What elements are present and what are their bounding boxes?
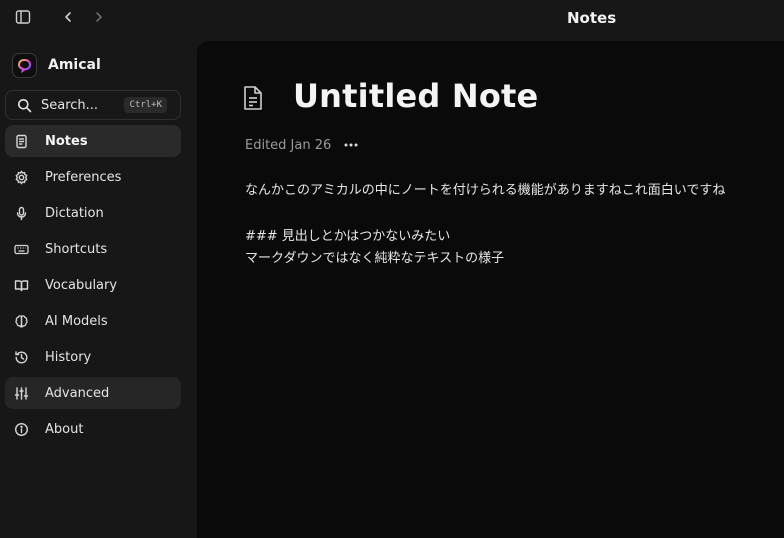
document-icon [13, 133, 29, 149]
sidebar-item-label: Shortcuts [45, 241, 108, 257]
app-title: Notes [567, 9, 617, 27]
info-icon [13, 421, 29, 437]
note-line: なんかこのアミカルの中にノートを付けられる機能がありますねこれ面白いですね [245, 183, 726, 198]
sidebar-panel-icon [15, 10, 31, 24]
search-icon [18, 98, 32, 112]
sidebar-item-dictation[interactable]: Dictation [5, 197, 181, 229]
note-meta: Edited Jan 26 [245, 137, 361, 153]
document-icon [244, 86, 262, 110]
brain-icon [13, 313, 29, 329]
book-icon [13, 277, 29, 293]
chevron-left-icon [65, 12, 71, 22]
search-label: Search... [41, 97, 99, 113]
sidebar: Amical Search... Ctrl+K Notes Preference… [0, 34, 197, 538]
gear-icon [13, 169, 29, 185]
amical-logo-icon [12, 52, 37, 78]
sidebar-item-about[interactable]: About [5, 413, 181, 445]
sidebar-item-label: Vocabulary [45, 277, 118, 293]
more-horizontal-icon [344, 143, 358, 147]
sidebar-item-label: Preferences [45, 169, 122, 185]
sidebar-item-shortcuts[interactable]: Shortcuts [5, 233, 181, 265]
sliders-icon [13, 385, 29, 401]
sidebar-item-label: AI Models [45, 313, 108, 329]
note-title[interactable]: Untitled Note [293, 77, 538, 115]
keyboard-icon [13, 241, 29, 257]
sidebar-item-notes[interactable]: Notes [5, 125, 181, 157]
note-body[interactable]: なんかこのアミカルの中にノートを付けられる機能がありますねこれ面白いですね ##… [245, 180, 765, 270]
sidebar-item-history[interactable]: History [5, 341, 181, 373]
chevron-right-icon [96, 12, 102, 22]
edited-date: Edited Jan 26 [245, 137, 332, 153]
sidebar-item-label: Notes [45, 133, 88, 149]
history-icon [13, 349, 29, 365]
brand-name: Amical [48, 57, 101, 73]
sidebar-item-label: History [45, 349, 92, 365]
sidebar-item-advanced[interactable]: Advanced [5, 377, 181, 409]
sidebar-item-label: Advanced [45, 385, 110, 401]
brand: Amical [12, 52, 101, 78]
sidebar-item-preferences[interactable]: Preferences [5, 161, 181, 193]
sidebar-nav: Notes Preferences Dictation Shortcuts Vo… [5, 125, 181, 449]
title-bar: Notes [0, 0, 784, 34]
note-line: ### 見出しとかはつかないみたい [245, 229, 451, 244]
forward-button[interactable] [87, 5, 111, 29]
search-shortcut-badge: Ctrl+K [124, 97, 167, 113]
note-editor-panel: Untitled Note Edited Jan 26 なんかこのアミカルの中に… [197, 41, 784, 538]
sidebar-item-label: About [45, 421, 84, 437]
microphone-icon [13, 205, 29, 221]
back-button[interactable] [56, 5, 80, 29]
sidebar-item-vocabulary[interactable]: Vocabulary [5, 269, 181, 301]
sidebar-toggle-button[interactable] [11, 5, 35, 29]
sidebar-item-label: Dictation [45, 205, 104, 221]
sidebar-item-ai-models[interactable]: AI Models [5, 305, 181, 337]
search-button[interactable]: Search... Ctrl+K [5, 90, 181, 120]
more-options-button[interactable] [341, 137, 361, 153]
note-line: マークダウンではなく純粋なテキストの様子 [245, 251, 505, 266]
